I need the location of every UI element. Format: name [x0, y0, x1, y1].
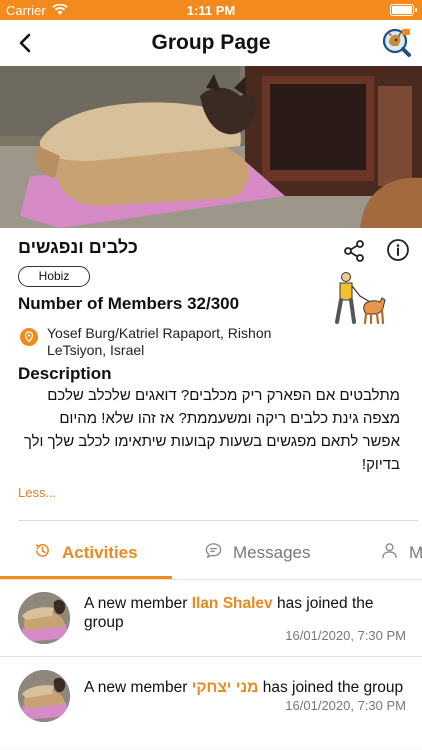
user-icon — [382, 543, 397, 559]
battery-icon — [390, 4, 417, 16]
tab-label: M — [409, 543, 422, 562]
message-suffix: has joined the group — [258, 679, 404, 696]
next-item-partial — [0, 745, 422, 750]
activity-message: A new member Ilan Shalev has joined the … — [84, 594, 406, 632]
member-name-link[interactable]: מני יצחקי — [192, 679, 259, 696]
divider — [0, 656, 422, 657]
chat-icon — [205, 543, 222, 559]
dog-walker-icon — [335, 272, 386, 325]
group-location: Yosef Burg/Katriel Rapaport, Rishon LeTs… — [47, 325, 272, 358]
less-link[interactable]: Less... — [18, 485, 56, 500]
activity-timestamp: 16/01/2020, 7:30 PM — [285, 698, 406, 713]
info-icon[interactable] — [386, 238, 410, 262]
member-name-link[interactable]: Ilan Shalev — [192, 595, 273, 612]
message-prefix: A new member — [84, 679, 192, 696]
divider — [18, 520, 418, 521]
dog-photo-illustration — [0, 66, 422, 228]
search-dog-icon[interactable] — [380, 27, 412, 59]
activity-timestamp: 16/01/2020, 7:30 PM — [285, 628, 406, 643]
status-bar: Carrier 1:11 PM — [0, 0, 422, 20]
activity-item[interactable]: A new member מני יצחקי has joined the gr… — [0, 661, 422, 750]
member-count: Number of Members 32/300 — [18, 294, 240, 313]
location-pin-icon — [20, 328, 38, 346]
activity-item[interactable]: A new member Ilan Shalev has joined the … — [0, 584, 422, 657]
tab-label: Activities — [62, 543, 138, 562]
tab-label: Messages — [233, 543, 311, 562]
avatar[interactable] — [18, 670, 70, 722]
category-tag[interactable]: Hobiz — [18, 266, 90, 287]
tabs-border — [0, 579, 422, 580]
description-heading: Description — [18, 364, 112, 383]
message-prefix: A new member — [84, 595, 192, 612]
status-time: 1:11 PM — [186, 3, 236, 18]
tab-bar: Activities Messages M — [0, 530, 422, 578]
avatar[interactable] — [18, 592, 70, 644]
activity-message: A new member מני יצחקי has joined the gr… — [84, 678, 406, 697]
history-icon — [35, 544, 49, 557]
navigation-bar: Group Page — [0, 20, 422, 66]
group-name: כלבים ונפגשים — [18, 237, 138, 257]
share-icon[interactable] — [342, 239, 366, 263]
dog-avatar-image — [18, 670, 70, 722]
dog-avatar-image — [18, 592, 70, 644]
page-title: Group Page — [151, 31, 271, 54]
group-cover-photo — [0, 66, 422, 228]
group-description: מתלבטים אם הפארק ריק מכלבים? דואגים שלכל… — [23, 387, 400, 473]
